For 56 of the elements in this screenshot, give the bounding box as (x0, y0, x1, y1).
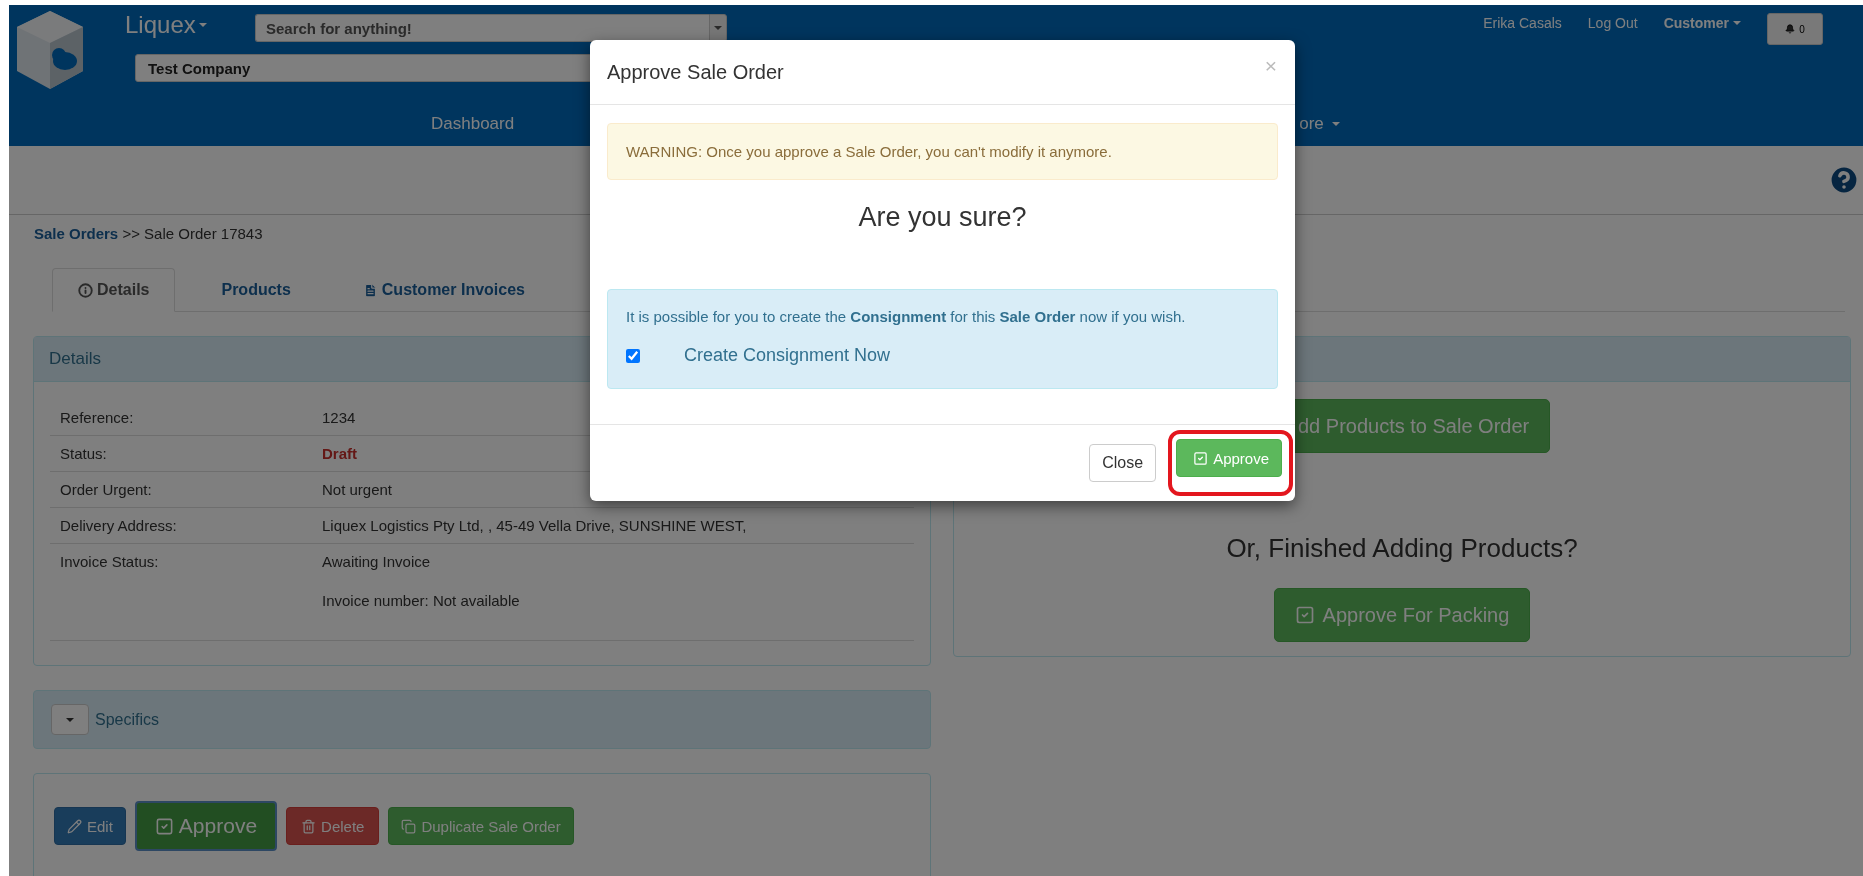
field-label: Delivery Address: (60, 517, 178, 534)
consignment-checkbox[interactable] (626, 348, 640, 363)
logo-icon (15, 9, 85, 91)
nav-link[interactable]: Dashboard (431, 113, 515, 134)
dialog-button[interactable]: Close (1089, 444, 1157, 482)
info-icon (78, 282, 93, 298)
pencil-icon (67, 818, 82, 834)
field-value: Awaiting Invoice (322, 553, 432, 570)
field-value: Liquex Logistics Pty Ltd, , 45-49 Vella Drive, SUNSHINE WEST, (322, 517, 747, 534)
action-button[interactable]: Approve (134, 801, 278, 851)
field-label: Reference: (60, 409, 135, 426)
checkbox-label: Create Consignment Now (684, 345, 891, 366)
user-link[interactable]: Erika Casals (1483, 15, 1562, 31)
field-value: 1234 (322, 409, 356, 426)
copy-icon (401, 818, 417, 834)
role-menu[interactable]: Customer (1663, 15, 1741, 31)
dialog-button[interactable]: Approve (1176, 439, 1282, 477)
field-label: Order Urgent: (60, 481, 153, 498)
toggle-button[interactable] (51, 704, 89, 735)
panel-title: Specifics (95, 710, 160, 729)
action-button[interactable]: Delete (286, 807, 380, 845)
checkbox-icon (154, 816, 174, 836)
field-value: Not urgent (322, 481, 393, 498)
trash-icon (301, 818, 317, 834)
info-text: It is possible for you to create the Consignment for this Sale Order now if you wish. (626, 308, 1187, 325)
field-value: Draft (322, 445, 357, 462)
tab[interactable]: Details (52, 268, 176, 312)
notifications-button[interactable]: 0 (1767, 13, 1823, 45)
field-note: Invoice number: Not available (322, 592, 520, 609)
warning-alert: WARNING: Once you approve a Sale Order, you can't modify it anymore. (607, 123, 1278, 180)
tab[interactable]: Products (195, 268, 317, 312)
action-button[interactable]: Duplicate Sale Order (388, 807, 574, 845)
field-label: Status: (60, 445, 108, 462)
bell-icon (1785, 24, 1796, 34)
search-field[interactable]: Search for anything! (255, 14, 709, 42)
field-label: Invoice Status: (60, 553, 160, 572)
caret-icon (1331, 121, 1340, 126)
caret-icon (1733, 21, 1741, 25)
breadcrumb-link[interactable]: Sale Orders (34, 225, 119, 242)
logout-link[interactable]: Log Out (1587, 15, 1638, 31)
breadcrumb-separator: >> (121, 225, 141, 242)
tab[interactable]: Customer Invoices (336, 268, 551, 312)
nav-link[interactable]: ore (1299, 113, 1340, 134)
close-button[interactable]: × (1264, 54, 1277, 78)
prompt-text: Or, Finished Adding Products? (1226, 533, 1578, 564)
action-button[interactable]: Edit (54, 807, 126, 845)
confirm-question: Are you sure? (858, 202, 1027, 233)
breadcrumb-current: Sale Order 17843 (144, 225, 263, 242)
dropdown-button[interactable] (709, 14, 727, 42)
checkbox-icon (1193, 450, 1209, 466)
brand-menu[interactable]: Liquex (125, 11, 255, 39)
approve-packing-button[interactable]: Approve For Packing (1273, 588, 1531, 642)
caret-icon (66, 717, 74, 722)
checkbox-icon (1294, 605, 1315, 625)
caret-icon (198, 23, 207, 27)
caret-icon (714, 26, 722, 30)
